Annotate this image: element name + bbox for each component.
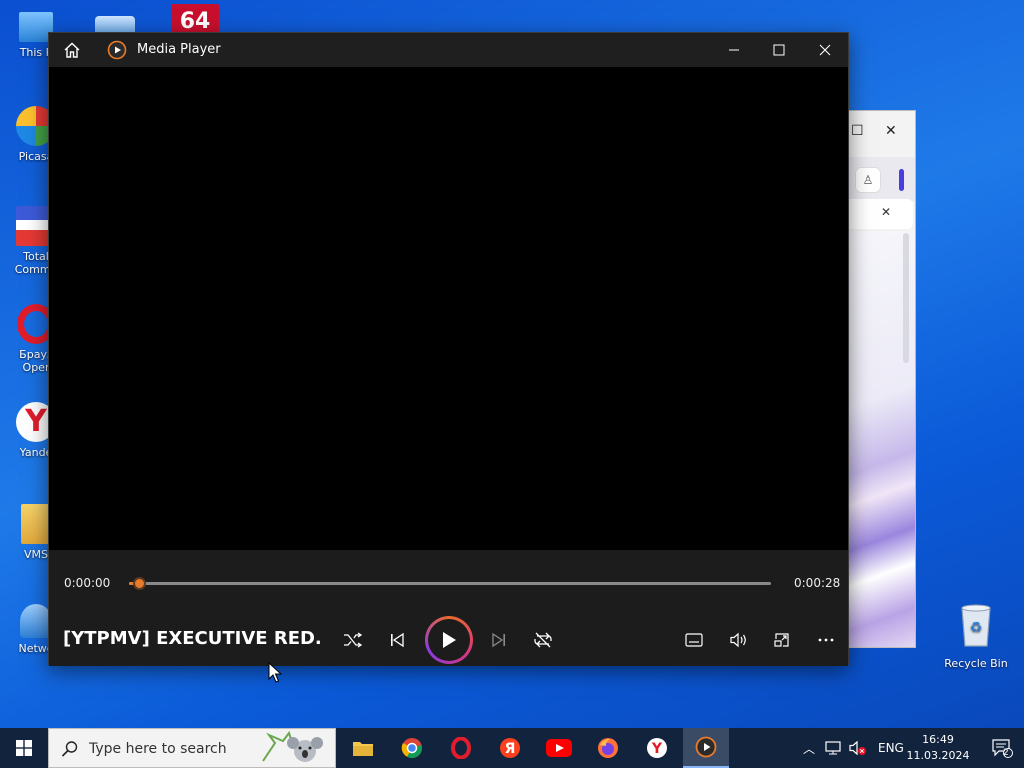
volume-button[interactable] [724,626,752,654]
more-options-button[interactable] [812,626,840,654]
taskbar-clock[interactable]: 16:49 11.03.2024 [905,732,971,764]
clock-time: 16:49 [922,733,954,746]
shuffle-icon [344,632,363,648]
youtube-icon [546,739,572,757]
accent-bar [899,169,904,191]
taskbar-yandex-browser[interactable]: Я [487,728,533,768]
recycle-bin-label: Recycle Bin [944,657,1008,670]
browser-toolbar: ♙ [847,157,915,201]
opera-icon [451,737,471,759]
taskbar-firefox[interactable] [585,728,631,768]
mini-player-button[interactable] [768,626,796,654]
chrome-icon [401,738,422,759]
taskbar-media-player[interactable] [683,728,729,768]
yandex-icon: Y [647,738,667,758]
play-button[interactable] [425,616,473,664]
seek-bar[interactable] [129,577,771,590]
maximize-icon[interactable]: ☐ [851,123,864,139]
chevron-up-icon[interactable]: ︿ [798,740,820,757]
network-icon[interactable] [824,740,844,756]
browser-tab[interactable]: ✕ [847,199,913,229]
current-time: 0:00:00 [64,576,111,590]
profile-icon[interactable]: ♙ [855,167,881,193]
title-bar[interactable]: Media Player [49,33,848,67]
previous-button[interactable] [383,626,411,654]
notifications-icon [992,739,1013,758]
playback-controls: 0:00:00 0:00:28 [YTPMV] EXECUTIVE RED... [49,550,848,666]
input-language[interactable]: ENG [878,741,904,755]
captions-button[interactable] [680,626,708,654]
background-browser-window[interactable]: ☐ ✕ ♙ ✕ [846,110,916,648]
taskbar-opera[interactable] [438,728,484,768]
folder-user-icon [21,504,51,544]
window-title: Media Player [137,42,221,57]
close-icon [819,44,831,56]
clock-date: 11.03.2024 [906,749,970,762]
next-button[interactable] [485,626,513,654]
search-placeholder: Type here to search [89,741,227,757]
svg-text:Я: Я [505,741,516,757]
svg-text:♻: ♻ [970,620,983,636]
media-player-icon [695,736,717,758]
yandex-browser-icon: Я [500,738,520,758]
desktop-icon-recycle-bin[interactable]: ♻ Recycle Bin [940,602,1012,670]
minimize-icon [729,49,739,51]
start-button[interactable] [0,728,48,768]
previous-icon [391,632,404,648]
total-time: 0:00:28 [794,576,841,590]
system-tray: ︿ ENG [798,728,904,768]
volume-muted-icon[interactable] [848,740,868,756]
captions-icon [685,633,703,647]
taskbar-search-box[interactable]: Type here to search [48,728,336,768]
next-icon [492,632,505,648]
svg-text:Y: Y [651,741,663,757]
maximize-button[interactable] [756,33,802,67]
action-center-button[interactable]: 2 [980,728,1024,768]
seek-bar-thumb[interactable] [133,577,146,590]
video-area[interactable] [49,67,848,550]
volume-icon [730,632,746,648]
mouse-cursor-icon [268,662,282,683]
close-button[interactable] [802,33,848,67]
home-icon[interactable] [63,41,81,59]
firefox-icon [598,738,618,758]
close-icon[interactable]: ✕ [885,123,897,139]
taskbar-youtube[interactable] [536,728,582,768]
media-player-icon [107,40,127,60]
recycle-bin-icon: ♻ [961,604,991,647]
taskbar-yandex[interactable]: Y [634,728,680,768]
mini-player-icon [774,633,789,647]
play-icon [443,632,456,648]
notification-count: 2 [1003,748,1009,758]
taskbar-chrome[interactable] [389,728,435,768]
folder-icon [353,742,373,756]
taskbar: Type here to search Я Y ︿ ENG 16:49 11.0… [0,728,1024,768]
scrollbar[interactable] [903,233,909,363]
repeat-off-icon [534,632,552,648]
search-icon [61,741,78,757]
media-player-window: Media Player 0:00:00 0:00:28 [YTPMV] EXE… [48,32,849,666]
windows-icon [16,740,32,756]
play-button-inner [428,619,470,661]
more-icon [818,638,834,642]
minimize-button[interactable] [711,33,757,67]
taskbar-file-explorer[interactable] [340,728,386,768]
maximize-icon [773,44,785,56]
shuffle-button[interactable] [339,626,367,654]
repeat-button[interactable] [529,626,557,654]
close-tab-icon[interactable]: ✕ [881,205,891,219]
koala-search-highlight-icon [262,731,323,762]
now-playing-title[interactable]: [YTPMV] EXECUTIVE RED... [63,628,323,649]
